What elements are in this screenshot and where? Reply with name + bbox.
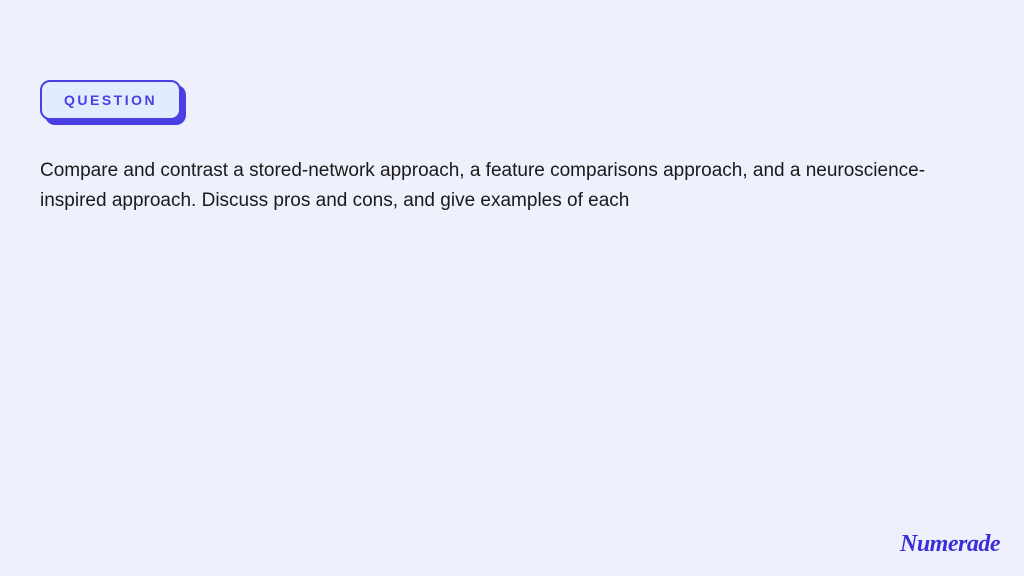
brand-logo: Numerade <box>900 531 1000 558</box>
question-badge: QUESTION <box>40 80 181 120</box>
content-area: QUESTION Compare and contrast a stored-n… <box>0 0 1024 257</box>
badge-label: QUESTION <box>40 80 181 120</box>
question-text: Compare and contrast a stored-network ap… <box>40 156 980 217</box>
